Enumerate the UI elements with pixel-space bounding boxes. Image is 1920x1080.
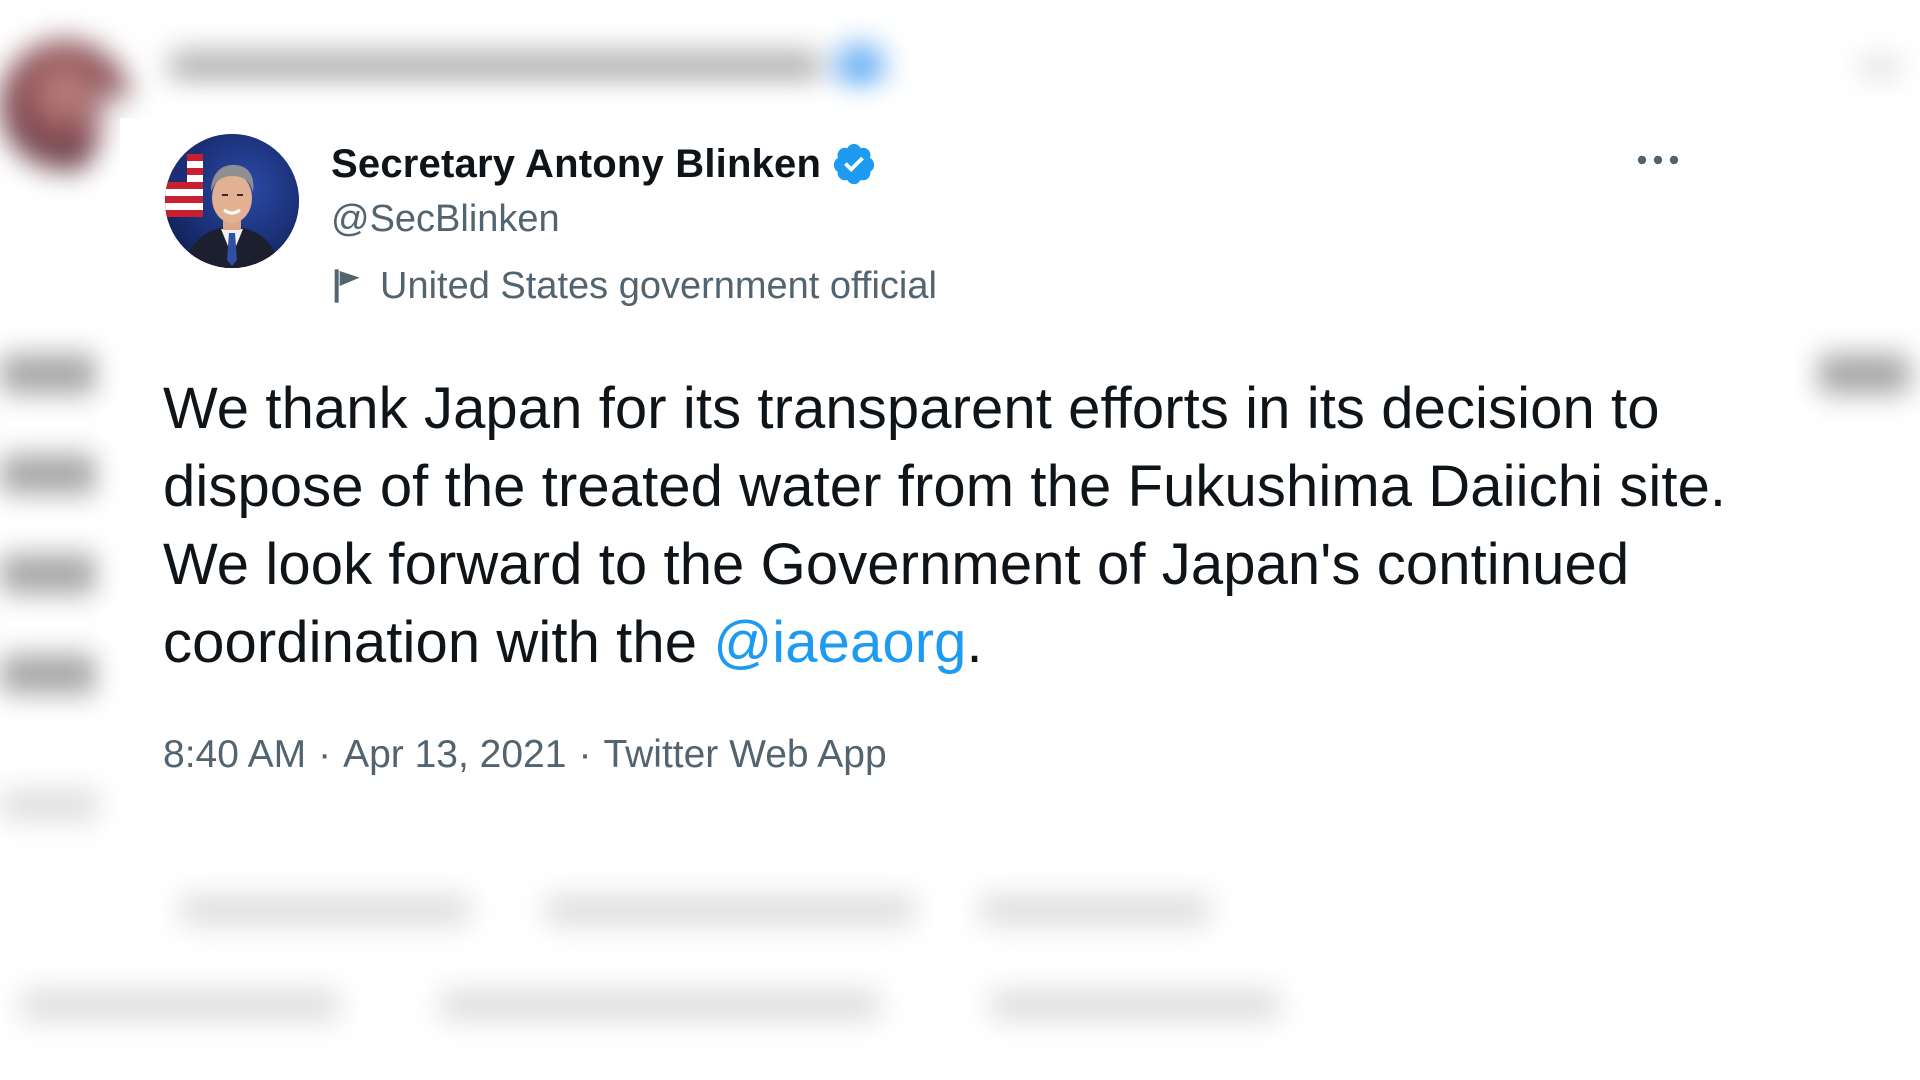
author-row[interactable]: Secretary Antony Blinken — [331, 136, 877, 192]
verified-badge-icon — [834, 143, 875, 185]
avatar[interactable] — [165, 134, 299, 268]
meta-separator: · — [318, 733, 332, 776]
meta-separator: · — [578, 733, 592, 776]
account-label[interactable]: United States government official — [331, 261, 937, 311]
blurred-more-icon — [1860, 60, 1900, 74]
tweet-text-end: . — [966, 610, 983, 675]
blurred-verified-badge — [835, 42, 885, 92]
author-handle[interactable]: @SecBlinken — [331, 198, 560, 241]
author-name[interactable]: Secretary Antony Blinken — [331, 142, 821, 187]
blurred-text-line — [1800, 355, 1910, 393]
blurred-action-item — [990, 990, 1280, 1020]
avatar-image — [165, 134, 299, 268]
source-app[interactable]: Twitter Web App — [603, 733, 886, 776]
more-options-icon — [1637, 155, 1679, 165]
blurred-name — [170, 50, 820, 84]
blurred-text-line — [0, 655, 110, 693]
tweet-card: Secretary Antony Blinken @SecBlinken Uni… — [120, 118, 1796, 833]
blurred-text-line — [0, 555, 110, 593]
tweet-text: We thank Japan for its transparent effor… — [163, 370, 1733, 682]
blurred-meta-line — [0, 790, 120, 820]
blurred-action-item — [20, 990, 340, 1020]
blurred-avatar — [0, 40, 130, 170]
tweet-meta: 8:40 AM · Apr 13, 2021 · Twitter Web App — [163, 733, 887, 777]
mention-link[interactable]: @iaeaorg — [713, 610, 966, 675]
tweet-time[interactable]: 8:40 AM — [163, 733, 306, 776]
blurred-text-line — [0, 355, 110, 393]
blurred-text-line — [0, 455, 110, 493]
blurred-action-item — [180, 895, 470, 925]
tweet-date[interactable]: Apr 13, 2021 — [343, 733, 566, 776]
blurred-action-item — [980, 895, 1210, 925]
more-options-button[interactable] — [1628, 140, 1688, 180]
blurred-action-item — [545, 895, 915, 925]
blurred-action-item — [440, 990, 880, 1020]
flag-icon — [334, 269, 360, 303]
screenshot-stage: Secretary Antony Blinken @SecBlinken Uni… — [0, 0, 1920, 1080]
account-label-text: United States government official — [380, 264, 937, 307]
